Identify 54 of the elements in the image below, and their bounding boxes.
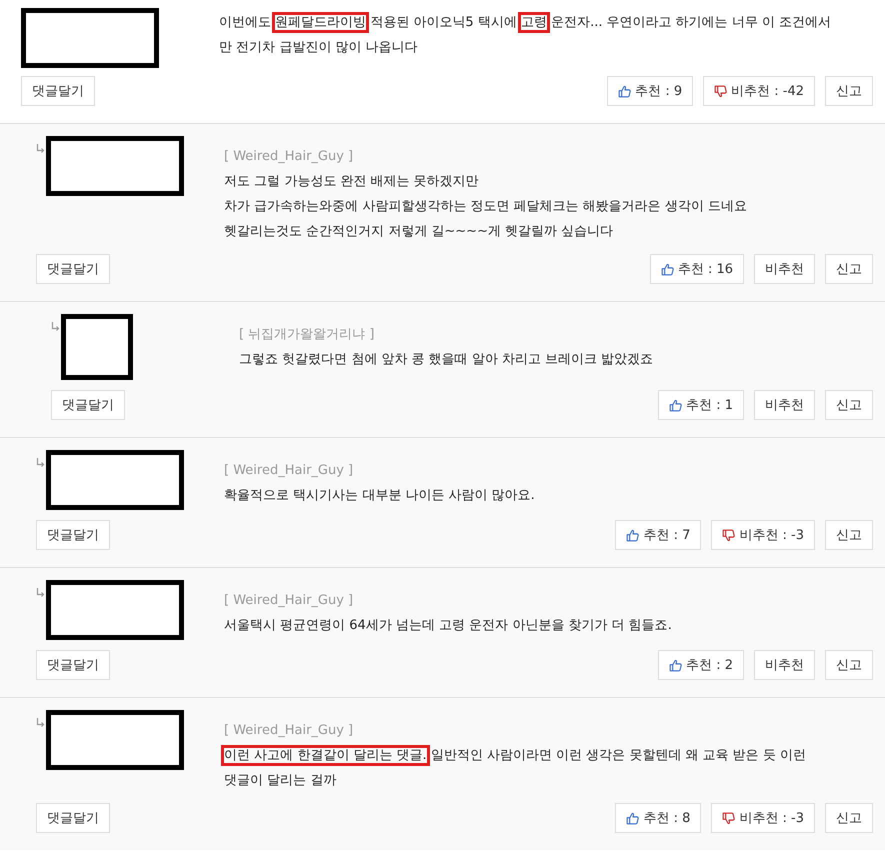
- dislike-button[interactable]: 비추천: [754, 650, 815, 680]
- dislike-button[interactable]: 비추천 : -42: [703, 76, 815, 106]
- dislike-button[interactable]: 비추천 : -3: [711, 803, 815, 833]
- comment-author: [ Weired_Hair_Guy ]: [224, 592, 354, 610]
- thumbs-down-icon: [722, 528, 736, 542]
- comment-text: 이런 사고에 한결같이 달리는 댓글. 일반적인 사람이라면 이런 생각은 못할텐데 왜 교육 받은 듯 이런: [224, 743, 806, 768]
- thumbs-up-icon: [669, 658, 682, 672]
- comment-author: [ Weired_Hair_Guy ]: [224, 722, 354, 740]
- report-button[interactable]: 신고: [825, 803, 873, 833]
- comment-text: 서울택시 평균연령이 64세가 넘는데 고령 운전자 아닌분을 찾기가 더 힘들죠.: [224, 617, 672, 635]
- thumbs-down-icon: [714, 84, 728, 98]
- reply-arrow-icon: [51, 322, 60, 332]
- comment-text: 헷갈리는것도 순간적인거지 저렇게 길~~~~게 헷갈릴까 싶습니다: [224, 223, 614, 241]
- comment-text: 댓글이 달리는 걸까: [224, 772, 338, 790]
- reply-arrow-icon: [36, 718, 45, 728]
- like-button[interactable]: 추천 : 16: [650, 254, 744, 284]
- reply-arrow-icon: [36, 458, 45, 468]
- like-button[interactable]: 추천 : 7: [615, 520, 702, 550]
- thumbs-down-icon: [722, 812, 736, 824]
- comment-text: 차가 급가속하는와중에 사람피할생각하는 정도면 페달체크는 해봤을거라은 생각이 드네요: [224, 198, 747, 216]
- redaction-box: [61, 314, 133, 380]
- reply-button[interactable]: 댓글달기: [51, 390, 125, 420]
- comment-text: 그렇죠 헛갈렸다면 첨에 앞차 콩 했을때 알아 차리고 브레이크 밟았겠죠: [239, 351, 654, 369]
- comment-text: 확율적으로 택시기사는 대부분 나이든 사람이 많아요.: [224, 487, 535, 505]
- thumbs-up-icon: [660, 262, 674, 276]
- like-button[interactable]: 추천 : 8: [615, 803, 702, 833]
- report-button[interactable]: 신고: [825, 390, 873, 420]
- reply-arrow-icon: [36, 588, 45, 598]
- thumbs-up-icon: [626, 528, 640, 542]
- dislike-button[interactable]: 비추천: [754, 254, 815, 284]
- reply-button[interactable]: 댓글달기: [36, 803, 110, 833]
- thumbs-up-icon: [626, 812, 640, 824]
- comment-author: [ Weired_Hair_Guy ]: [224, 148, 354, 166]
- reply-button[interactable]: 댓글달기: [21, 76, 95, 106]
- comment-author: [ Weired_Hair_Guy ]: [224, 462, 354, 480]
- comment-author: [ 뉘집개가왈왈거리냐 ]: [239, 326, 376, 344]
- thumbs-up-icon: [669, 398, 682, 412]
- like-button[interactable]: 추천 : 9: [607, 76, 694, 106]
- reply-button[interactable]: 댓글달기: [36, 520, 110, 550]
- reply-button[interactable]: 댓글달기: [36, 254, 110, 284]
- dislike-button[interactable]: 비추천 : -3: [711, 520, 815, 550]
- report-button[interactable]: 신고: [825, 520, 873, 550]
- reply-button[interactable]: 댓글달기: [36, 650, 110, 680]
- like-button[interactable]: 추천 : 2: [658, 650, 744, 680]
- thumbs-up-icon: [618, 84, 632, 98]
- dislike-button[interactable]: 비추천: [754, 390, 815, 420]
- comment-text: 만 전기차 급발진이 많이 나옵니다: [219, 39, 419, 57]
- comment-text: 이번에도 원페달드라이빙 적용된 아이오닉5 택시에 고령 운전자... 우연이라고 하기에는 너무 이 조건에서: [219, 10, 832, 35]
- reply-arrow-icon: [36, 144, 45, 154]
- report-button[interactable]: 신고: [825, 76, 873, 106]
- comment-text: 저도 그럴 가능성도 완전 배제는 못하겠지만: [224, 173, 480, 191]
- report-button[interactable]: 신고: [825, 254, 873, 284]
- report-button[interactable]: 신고: [825, 650, 873, 680]
- like-button[interactable]: 추천 : 1: [658, 390, 744, 420]
